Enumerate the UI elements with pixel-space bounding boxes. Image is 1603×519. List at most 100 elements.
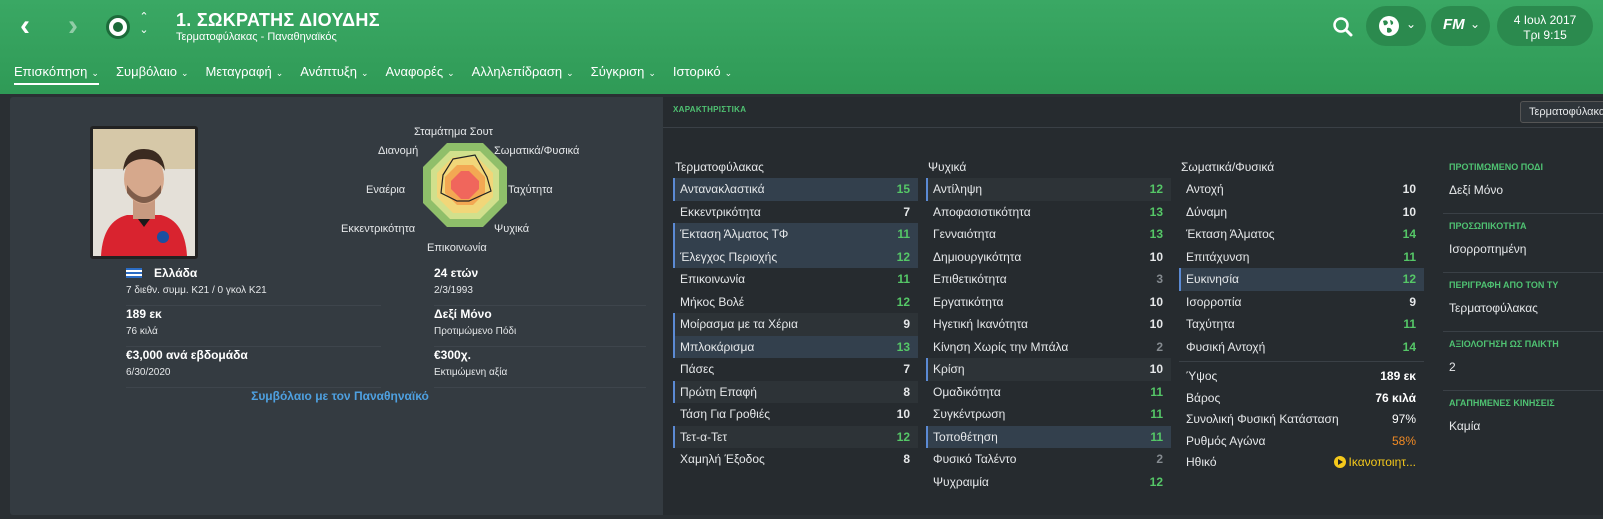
globe-menu-button[interactable]: ⌄	[1366, 6, 1426, 46]
attribute-row[interactable]: Επιθετικότητα 3	[926, 268, 1171, 291]
player-header: ‹ › ⌃ ⌄ 1. ΣΩΚΡΑΤΗΣ ΔΙΟΥΔΗΣ Τερματοφύλακ…	[0, 0, 1603, 94]
radar-label-shot-stopping: Σταμάτημα Σουτ	[414, 126, 494, 138]
attribute-row[interactable]: Ευκινησία 12	[1179, 268, 1424, 291]
player-photo[interactable]	[90, 126, 198, 259]
attribute-value: 14	[1402, 339, 1416, 354]
attribute-row[interactable]: Έκταση Άλματος ΤΦ 11	[673, 223, 918, 246]
tab-transfer[interactable]: Μεταγραφή ⌄	[206, 64, 284, 85]
chevron-down-icon[interactable]: ⌄	[138, 24, 150, 37]
side-info-column: ΠΡΟΤΙΜΩΜΕΝΟ ΠΟΔΙ Δεξί Μόνο ΠΡΟΣΩΠΙΚΟΤΗΤΑ Ι…	[1443, 155, 1603, 450]
height: 189 εκ	[126, 307, 162, 321]
attribute-row[interactable]: Ομαδικότητα 11	[926, 381, 1171, 404]
tab-overview[interactable]: Επισκόπηση ⌄	[14, 64, 99, 85]
role-selector-button[interactable]: Τερματοφύλακας	[1520, 101, 1603, 123]
tab-development[interactable]: Ανάπτυξη ⌄	[300, 64, 368, 85]
attribute-row[interactable]: Γενναιότητα 13	[926, 223, 1171, 246]
tab-label: Επισκόπηση	[14, 64, 88, 79]
attribute-row[interactable]: Τάση Για Γροθιές 10	[673, 403, 918, 426]
info-row-height: Ύψος 189 εκ	[1179, 366, 1424, 388]
attributes-section-label: ΧΑΡΑΚΤΗΡΙΣΤΙΚΑ	[673, 105, 747, 114]
player-subtitle[interactable]: Τερματοφύλακας - Παναθηναϊκός	[176, 31, 337, 43]
tab-interaction[interactable]: Αλληλεπίδραση ⌄	[472, 64, 574, 85]
player-switch-arrows[interactable]: ⌃ ⌄	[138, 11, 150, 37]
attribute-value: 7	[903, 362, 910, 376]
nationality-cell[interactable]: Ελλάδα 7 διεθν. συμμ. K21 / 0 γκολ K21	[126, 266, 381, 306]
chevron-down-icon: ⌄	[91, 68, 99, 78]
chevron-up-icon[interactable]: ⌃	[138, 11, 150, 24]
attribute-row[interactable]: Ψυχραιμία 12	[926, 471, 1171, 494]
fm-menu-button[interactable]: FM ⌄	[1431, 6, 1490, 46]
attribute-row[interactable]: Τοποθέτηση 11	[926, 425, 1171, 448]
attribute-value: 11	[897, 272, 910, 286]
wage-cell[interactable]: €3,000 ανά εβδομάδα 6/30/2020	[126, 348, 381, 388]
side-value: Καμία	[1449, 419, 1481, 433]
tab-reports[interactable]: Αναφορές ⌄	[386, 64, 455, 85]
physical-heading: Σωματικά/Φυσικά	[1181, 160, 1275, 174]
attribute-row[interactable]: Μπλοκάρισμα 13	[673, 335, 918, 358]
contract-link[interactable]: Συμβόλαιο με τον Παναθηναϊκό	[10, 389, 670, 403]
goalkeeping-attributes-column: Τερματοφύλακας Αντανακλαστικά 15 Εκκεντρι…	[673, 160, 918, 471]
info-name: Ρυθμός Αγώνα	[1186, 433, 1266, 448]
attribute-radar-chart[interactable]: Σταμάτημα Σουτ Διανομή Σωματικά/Φυσικά Ε…	[330, 122, 600, 254]
attribute-row[interactable]: Μήκος Βολέ 12	[673, 291, 918, 314]
contract-end-date: 6/30/2020	[126, 367, 171, 378]
tab-history[interactable]: Ιστορικό ⌄	[673, 64, 732, 85]
search-icon[interactable]	[1330, 14, 1356, 40]
attribute-row[interactable]: Φυσικό Ταλέντο 2	[926, 448, 1171, 471]
attribute-row[interactable]: Ισορροπία 9	[1179, 291, 1424, 314]
attribute-value: 10	[1149, 317, 1163, 331]
tab-contract[interactable]: Συμβόλαιο ⌄	[116, 64, 189, 85]
attribute-row[interactable]: Κίνηση Χωρίς την Μπάλα 2	[926, 336, 1171, 359]
mental-heading: Ψυχικά	[928, 160, 967, 174]
attribute-row[interactable]: Επιτάχυνση 11	[1179, 246, 1424, 269]
tab-compare[interactable]: Σύγκριση ⌄	[591, 64, 656, 85]
physical-attributes-column: Σωματικά/Φυσικά Αντοχή 10 Δύναμη 10 Έκταση…	[1179, 160, 1424, 474]
attribute-row[interactable]: Κρίση 10	[926, 358, 1171, 381]
date-continue-button[interactable]: 4 Ιουλ 2017 Τρι 9:15	[1497, 6, 1593, 46]
club-badge-icon[interactable]	[106, 15, 130, 39]
height-cell: 189 εκ 76 κιλά	[126, 307, 381, 347]
info-row-morale[interactable]: Ηθικό Ικανοποιητ...	[1179, 452, 1424, 474]
info-value: 97%	[1391, 412, 1416, 426]
attribute-value: 3	[1156, 272, 1163, 286]
attribute-value: 7	[903, 204, 910, 219]
attribute-row[interactable]: Δημιουργικότητα 10	[926, 246, 1171, 269]
attribute-name: Πρώτη Επαφή	[680, 384, 757, 399]
attribute-row[interactable]: Πρώτη Επαφή 8	[673, 380, 918, 403]
attribute-name: Επικοινωνία	[680, 272, 746, 286]
attributes-panel: ΧΑΡΑΚΤΗΡΙΣΤΙΚΑ Τερματοφύλακας Τερματοφύλ…	[663, 97, 1603, 515]
radar-label-eccentricity: Εκκεντρικότητα	[341, 223, 416, 235]
attribute-row[interactable]: Εκκεντρικότητα 7	[673, 201, 918, 224]
attribute-row[interactable]: Δύναμη 10	[1179, 201, 1424, 224]
attribute-row[interactable]: Μοίρασμα με τα Χέρια 9	[673, 313, 918, 336]
attribute-row[interactable]: Αντίληψη 12	[926, 178, 1171, 201]
attribute-value: 12	[1149, 474, 1163, 489]
attribute-name: Ηγετική Ικανότητα	[933, 317, 1028, 331]
attribute-value: 8	[903, 384, 910, 399]
attribute-row[interactable]: Συγκέντρωση 11	[926, 403, 1171, 426]
attribute-row[interactable]: Αντανακλαστικά 15	[673, 178, 918, 201]
attribute-row[interactable]: Εργατικότητα 10	[926, 291, 1171, 314]
forward-button[interactable]: ›	[68, 11, 92, 41]
attribute-row[interactable]: Αντοχή 10	[1179, 178, 1424, 201]
attribute-row[interactable]: Αποφασιστικότητα 13	[926, 201, 1171, 224]
chevron-down-icon: ⌄	[275, 68, 284, 78]
attribute-row[interactable]: Τετ-α-Τετ 12	[673, 425, 918, 448]
attribute-row[interactable]: Έλεγχος Περιοχής 12	[673, 245, 918, 268]
attribute-name: Συγκέντρωση	[933, 407, 1006, 421]
attribute-row[interactable]: Ηγετική Ικανότητα 10	[926, 313, 1171, 336]
estimated-value-label: Εκτιμώμενη αξία	[434, 367, 508, 378]
attribute-row[interactable]: Χαμηλή Έξοδος 8	[673, 448, 918, 471]
personality-block: ΠΡΟΣΩΠΙΚΟΤΗΤΑ Ισορροπημένη	[1443, 214, 1603, 273]
preferred-foot-block: ΠΡΟΤΙΜΩΜΕΝΟ ΠΟΔΙ Δεξί Μόνο	[1443, 155, 1603, 214]
back-button[interactable]: ‹	[20, 11, 44, 41]
player-name-title[interactable]: 1. ΣΩΚΡΑΤΗΣ ΔΙΟΥΔΗΣ	[176, 10, 380, 31]
attribute-row[interactable]: Έκταση Άλματος 14	[1179, 223, 1424, 246]
radar-label-mental: Ψυχικά	[494, 223, 530, 235]
attribute-row[interactable]: Ταχύτητα 11	[1179, 313, 1424, 336]
attribute-value: 14	[1402, 227, 1416, 241]
attribute-row[interactable]: Επικοινωνία 11	[673, 268, 918, 291]
side-heading: ΑΞΙΟΛΟΓΗΣΗ ΩΣ ΠΑΙΚΤΗ	[1449, 339, 1559, 349]
attribute-row[interactable]: Φυσική Αντοχή 14	[1179, 336, 1424, 359]
attribute-row[interactable]: Πάσες 7	[673, 358, 918, 381]
